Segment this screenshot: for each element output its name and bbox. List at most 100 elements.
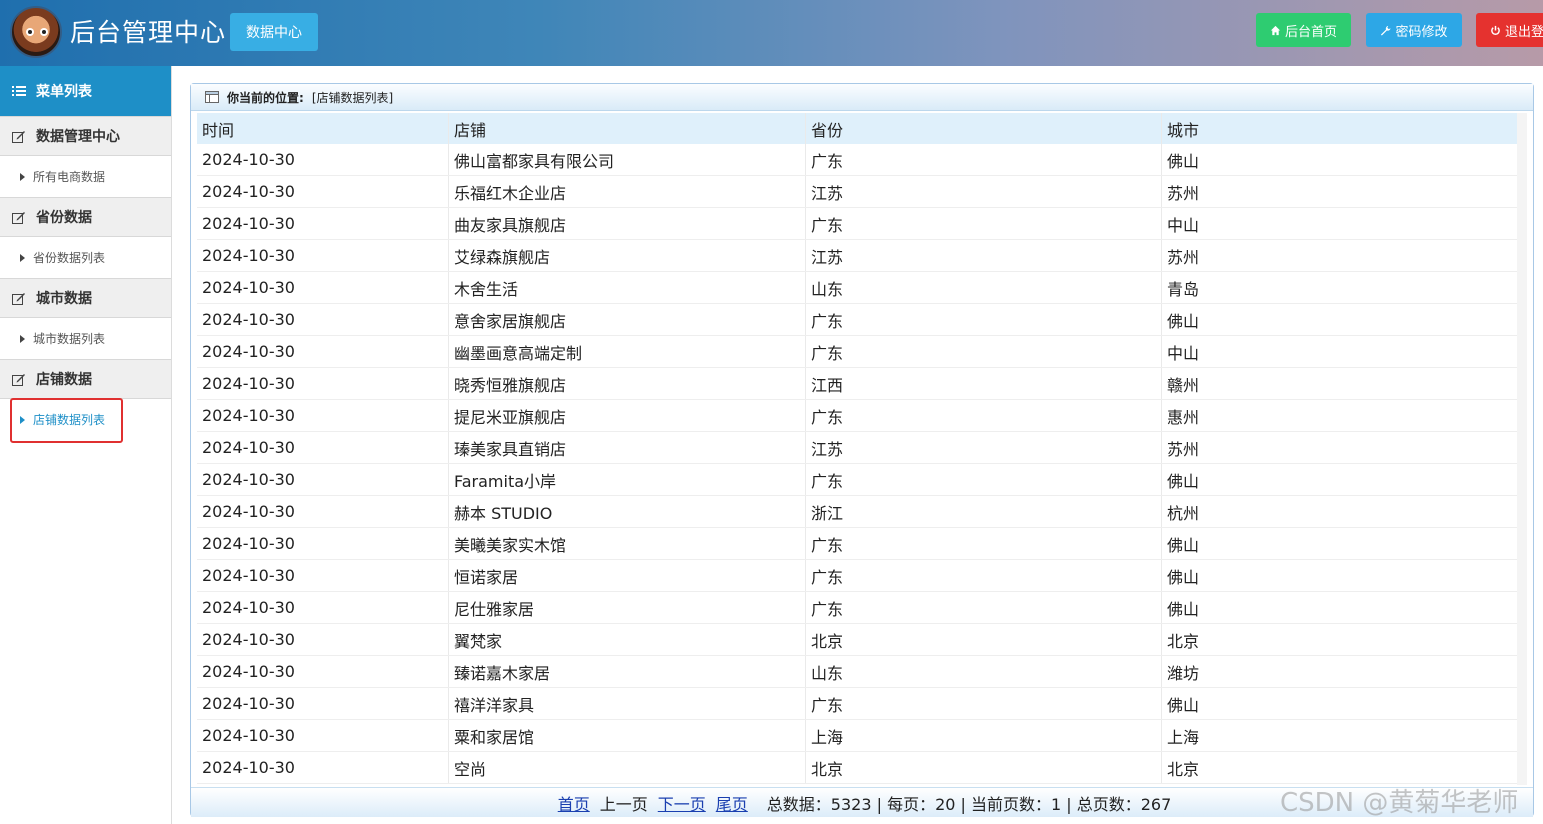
- breadcrumb-path: [店铺数据列表]: [311, 90, 394, 105]
- cell-province: 广东: [806, 688, 1162, 719]
- caret-right-icon: [20, 253, 25, 262]
- cell-city: 佛山: [1167, 599, 1200, 619]
- cell-province: 广东: [806, 560, 1162, 591]
- table-body: 2024-10-30 佛山富都家具有限公司 广东 佛山 2024-10-30 乐福红木企业…: [197, 144, 1518, 784]
- cell-store: 臻诺嘉木家居: [449, 656, 806, 687]
- cell-store: 空尚: [449, 752, 806, 783]
- prev-page-text: 上一页: [599, 794, 648, 814]
- table-row: 2024-10-30 佛山富都家具有限公司 广东 佛山: [197, 144, 1518, 176]
- table-row: 2024-10-30 艾绿森旗舰店 江苏 苏州: [197, 240, 1518, 272]
- app-title: 后台管理中心: [70, 18, 227, 47]
- table-row: 2024-10-30 尼仕雅家居 广东 佛山: [197, 592, 1518, 624]
- edit-icon: [12, 130, 25, 143]
- table-row: 2024-10-30 粟和家居馆 上海 上海: [197, 720, 1518, 752]
- cell-time: 2024-10-30: [197, 336, 449, 367]
- cell-time: 2024-10-30: [197, 464, 449, 495]
- sidebar-group-label: 数据管理中心: [36, 129, 120, 145]
- sidebar-item-all-ecommerce-data[interactable]: 所有电商数据: [0, 156, 171, 197]
- cell-time: 2024-10-30: [197, 688, 449, 719]
- cell-store: 晓秀恒雅旗舰店: [449, 368, 806, 399]
- sidebar-group-city-data[interactable]: 城市数据: [0, 278, 171, 318]
- column-header-province: 省份: [806, 113, 1162, 144]
- cell-city: 青岛: [1167, 279, 1200, 299]
- data-center-button[interactable]: 数据中心: [230, 13, 318, 51]
- cell-time: 2024-10-30: [197, 400, 449, 431]
- cell-city: 佛山: [1167, 567, 1200, 587]
- cell-store: 禧洋洋家具: [449, 688, 806, 719]
- cell-store: Faramita小岸: [449, 464, 806, 495]
- home-button[interactable]: 后台首页: [1256, 13, 1351, 47]
- cell-city: 佛山: [1167, 151, 1200, 171]
- column-header-store: 店铺: [449, 113, 806, 144]
- sidebar-group-label: 店铺数据: [36, 372, 92, 388]
- table-scroll-gutter: [1517, 113, 1527, 785]
- cell-store: 恒诺家居: [449, 560, 806, 591]
- sidebar-item-label: 城市数据列表: [33, 332, 106, 346]
- cell-time: 2024-10-30: [197, 304, 449, 335]
- pagination-stats: 总数据：5323 | 每页：20 | 当前页数：1 | 总页数：267: [766, 794, 1172, 814]
- cell-province: 北京: [806, 624, 1162, 655]
- cell-city: 北京: [1167, 759, 1200, 779]
- breadcrumb-prefix: 你当前的位置:: [227, 90, 304, 105]
- password-change-button[interactable]: 密码修改: [1366, 13, 1462, 47]
- cell-store: 乐福红木企业店: [449, 176, 806, 207]
- cell-store: 意舍家居旗舰店: [449, 304, 806, 335]
- sidebar-item-province-list[interactable]: 省份数据列表: [0, 237, 171, 278]
- first-page-link[interactable]: 首页: [558, 791, 590, 815]
- table-row: 2024-10-30 Faramita小岸 广东 佛山: [197, 464, 1518, 496]
- cell-province: 广东: [806, 400, 1162, 431]
- next-page-link[interactable]: 下一页: [658, 791, 706, 815]
- cell-store: 艾绿森旗舰店: [449, 240, 806, 271]
- content-panel: 你当前的位置: [店铺数据列表] 时间 店铺 省份 城市 2024-10-30 佛…: [190, 83, 1534, 817]
- cell-time: 2024-10-30: [197, 432, 449, 463]
- cell-province: 广东: [806, 592, 1162, 623]
- cell-province: 江苏: [806, 432, 1162, 463]
- logout-button-label: 退出登: [1505, 24, 1543, 40]
- table-row: 2024-10-30 木舍生活 山东 青岛: [197, 272, 1518, 304]
- cell-store: 美曦美家实木馆: [449, 528, 806, 559]
- cell-province: 广东: [806, 304, 1162, 335]
- cell-time: 2024-10-30: [197, 592, 449, 623]
- cell-city: 潍坊: [1167, 663, 1200, 683]
- table-row: 2024-10-30 赫本 STUDIO 浙江 杭州: [197, 496, 1518, 528]
- cell-store: 尼仕雅家居: [449, 592, 806, 623]
- cell-province: 山东: [806, 656, 1162, 687]
- cell-store: 佛山富都家具有限公司: [449, 144, 806, 175]
- cell-province: 浙江: [806, 496, 1162, 527]
- cell-store: 曲友家具旗舰店: [449, 208, 806, 239]
- sidebar-item-city-list[interactable]: 城市数据列表: [0, 318, 171, 359]
- table-row: 2024-10-30 曲友家具旗舰店 广东 中山: [197, 208, 1518, 240]
- sidebar-title-label: 菜单列表: [36, 84, 92, 100]
- cell-province: 山东: [806, 272, 1162, 303]
- cell-time: 2024-10-30: [197, 656, 449, 687]
- logout-button[interactable]: 退出登: [1476, 13, 1543, 47]
- table-header-row: 时间 店铺 省份 城市: [197, 113, 1518, 144]
- sidebar-group-store-data[interactable]: 店铺数据: [0, 359, 171, 399]
- cell-store: 提尼米亚旗舰店: [449, 400, 806, 431]
- cell-time: 2024-10-30: [197, 176, 449, 207]
- sidebar-item-label: 店铺数据列表: [33, 413, 106, 427]
- top-header: 后台管理中心 数据中心 后台首页 密码修改 退出登: [0, 0, 1543, 66]
- cell-city: 苏州: [1167, 183, 1200, 203]
- last-page-link[interactable]: 尾页: [716, 791, 748, 815]
- sidebar-item-store-list[interactable]: 店铺数据列表: [0, 399, 171, 440]
- cell-province: 广东: [806, 464, 1162, 495]
- cell-province: 北京: [806, 752, 1162, 783]
- cell-city: 佛山: [1167, 535, 1200, 555]
- table-row: 2024-10-30 瑧美家具直销店 江苏 苏州: [197, 432, 1518, 464]
- cell-city: 佛山: [1167, 471, 1200, 491]
- cell-city: 苏州: [1167, 439, 1200, 459]
- table-row: 2024-10-30 乐福红木企业店 江苏 苏州: [197, 176, 1518, 208]
- sidebar-group-data-management[interactable]: 数据管理中心: [0, 116, 171, 156]
- sidebar-group-province-data[interactable]: 省份数据: [0, 197, 171, 237]
- table-row: 2024-10-30 空尚 北京 北京: [197, 752, 1518, 784]
- home-icon: [1270, 25, 1281, 35]
- cell-city: 上海: [1167, 727, 1200, 747]
- caret-right-icon: [20, 415, 25, 424]
- cell-time: 2024-10-30: [197, 752, 449, 783]
- cell-store: 赫本 STUDIO: [449, 496, 806, 527]
- table-row: 2024-10-30 臻诺嘉木家居 山东 潍坊: [197, 656, 1518, 688]
- cell-time: 2024-10-30: [197, 560, 449, 591]
- cell-time: 2024-10-30: [197, 368, 449, 399]
- caret-right-icon: [20, 334, 25, 343]
